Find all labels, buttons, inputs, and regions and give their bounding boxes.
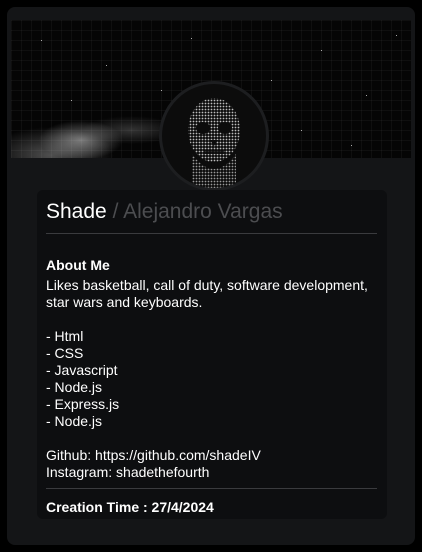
star	[396, 35, 397, 36]
star	[41, 40, 42, 41]
instagram-handle: Instagram: shadethefourth	[46, 464, 210, 480]
profile-card: Shade / Alejandro Vargas About Me Likes …	[7, 7, 415, 545]
avatar	[159, 81, 269, 191]
star	[106, 65, 107, 66]
skill-item: - CSS	[46, 345, 84, 361]
star	[271, 80, 272, 81]
about-heading: About Me	[46, 257, 110, 273]
divider	[46, 488, 377, 489]
star	[366, 95, 367, 96]
star	[351, 145, 352, 146]
skill-item: - Express.js	[46, 396, 120, 412]
star	[321, 50, 322, 51]
username: Shade	[46, 200, 107, 223]
skull-face-icon	[188, 98, 240, 188]
creation-time: Creation Time : 27/4/2024	[46, 499, 214, 515]
real-name: Alejandro Vargas	[123, 200, 283, 223]
star	[301, 130, 302, 131]
profile-details: Shade / Alejandro Vargas About Me Likes …	[37, 190, 387, 519]
star	[71, 100, 72, 101]
about-intro-line: Likes basketball, call of duty, software…	[46, 277, 368, 293]
github-link[interactable]: Github: https://github.com/shadeIV	[46, 447, 261, 464]
skill-item: - Javascript	[46, 362, 118, 378]
name-separator: /	[112, 200, 119, 223]
skill-item: - Html	[46, 328, 84, 344]
star	[161, 90, 162, 91]
about-intro-line: star wars and keyboards.	[46, 294, 203, 310]
profile-title: Shade / Alejandro Vargas	[46, 200, 283, 224]
divider	[46, 233, 377, 234]
skill-item: - Node.js	[46, 379, 103, 395]
star	[191, 38, 192, 39]
skill-item: - Node.js	[46, 413, 103, 429]
